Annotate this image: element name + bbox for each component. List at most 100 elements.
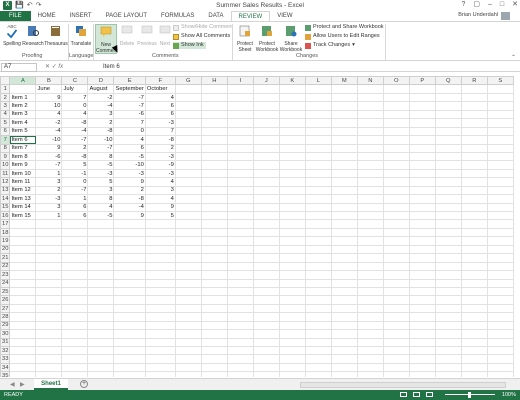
- cell[interactable]: [87, 295, 115, 305]
- cell[interactable]: 2: [35, 185, 63, 196]
- cell[interactable]: [278, 278, 306, 288]
- cell[interactable]: [460, 135, 488, 145]
- cell[interactable]: [330, 253, 358, 263]
- cell[interactable]: [226, 227, 254, 238]
- cell[interactable]: -4: [35, 126, 63, 137]
- cell[interactable]: [408, 286, 436, 297]
- cell[interactable]: [460, 151, 488, 162]
- cell[interactable]: [304, 371, 332, 377]
- show-all-comments-button[interactable]: Show All Comments: [173, 33, 230, 40]
- cell[interactable]: 4: [144, 92, 176, 103]
- maximize-icon[interactable]: □: [500, 0, 504, 10]
- cell[interactable]: [200, 210, 228, 221]
- cell[interactable]: [356, 261, 384, 272]
- cell[interactable]: [174, 101, 202, 111]
- cell[interactable]: [434, 354, 462, 364]
- cell[interactable]: -10: [113, 160, 146, 170]
- cell[interactable]: [486, 219, 514, 229]
- cell[interactable]: [87, 227, 115, 238]
- sheet-tab-sheet1[interactable]: Sheet1: [34, 379, 68, 390]
- cell[interactable]: 3: [35, 202, 63, 213]
- cell[interactable]: -8: [144, 135, 176, 145]
- cell[interactable]: 6: [144, 101, 176, 111]
- cell[interactable]: [200, 362, 228, 373]
- cell[interactable]: [408, 362, 436, 373]
- cell[interactable]: [200, 118, 228, 128]
- cell[interactable]: [330, 168, 358, 179]
- cell[interactable]: June: [35, 84, 63, 94]
- cell[interactable]: [330, 295, 358, 305]
- cell[interactable]: -10: [87, 135, 115, 145]
- cell[interactable]: [356, 286, 384, 297]
- row-header[interactable]: 14: [0, 194, 11, 204]
- cell[interactable]: 7: [61, 92, 89, 103]
- column-header[interactable]: F: [144, 76, 176, 86]
- cell[interactable]: [486, 253, 514, 263]
- cell[interactable]: [9, 244, 37, 255]
- row-header[interactable]: 8: [0, 143, 11, 153]
- cell[interactable]: [356, 253, 384, 263]
- cell[interactable]: [382, 337, 410, 348]
- translate-button[interactable]: Translate: [70, 24, 92, 47]
- cell[interactable]: [304, 151, 332, 162]
- cell[interactable]: [408, 168, 436, 179]
- row-header[interactable]: 1: [0, 84, 11, 94]
- cell[interactable]: [356, 177, 384, 187]
- row-header[interactable]: 27: [0, 303, 11, 314]
- cell[interactable]: [434, 210, 462, 221]
- cell[interactable]: [252, 84, 280, 94]
- cell[interactable]: [460, 261, 488, 272]
- cell[interactable]: [356, 185, 384, 196]
- cell[interactable]: 7: [113, 118, 146, 128]
- cell[interactable]: Item 11: [9, 177, 37, 187]
- avatar[interactable]: [501, 12, 510, 20]
- cell[interactable]: 4: [144, 194, 176, 204]
- cell[interactable]: [9, 84, 37, 94]
- cell[interactable]: [200, 135, 228, 145]
- cell[interactable]: [252, 354, 280, 364]
- cell[interactable]: [356, 109, 384, 120]
- cell[interactable]: [278, 92, 306, 103]
- row-header[interactable]: 31: [0, 337, 11, 348]
- cell[interactable]: [460, 270, 488, 280]
- cell[interactable]: 1: [61, 194, 89, 204]
- cell[interactable]: [434, 371, 462, 377]
- cell[interactable]: [434, 84, 462, 94]
- cell[interactable]: [486, 210, 514, 221]
- cell[interactable]: [200, 185, 228, 196]
- cell[interactable]: [460, 244, 488, 255]
- cell[interactable]: [200, 278, 228, 288]
- thesaurus-button[interactable]: Thesaurus: [44, 24, 68, 47]
- cell[interactable]: [252, 236, 280, 246]
- cell[interactable]: [174, 253, 202, 263]
- cell[interactable]: [200, 261, 228, 272]
- cell[interactable]: [278, 337, 306, 348]
- cell[interactable]: [356, 329, 384, 339]
- cell[interactable]: [144, 354, 176, 364]
- cell[interactable]: [486, 168, 514, 179]
- cell[interactable]: -7: [113, 92, 146, 103]
- cell[interactable]: [460, 143, 488, 153]
- cell[interactable]: [9, 295, 37, 305]
- cell[interactable]: [252, 244, 280, 255]
- cell[interactable]: [434, 329, 462, 339]
- cell[interactable]: [330, 244, 358, 255]
- cell[interactable]: [486, 109, 514, 120]
- cell[interactable]: [434, 101, 462, 111]
- cell[interactable]: [226, 320, 254, 331]
- cell[interactable]: [87, 236, 115, 246]
- cell[interactable]: 6: [61, 210, 89, 221]
- cell[interactable]: [35, 303, 63, 314]
- cell[interactable]: [144, 253, 176, 263]
- cell[interactable]: [460, 177, 488, 187]
- cell[interactable]: [61, 261, 89, 272]
- row-header[interactable]: 18: [0, 227, 11, 238]
- scroll-left-icon[interactable]: ◀: [10, 381, 15, 388]
- cell[interactable]: [174, 337, 202, 348]
- cell[interactable]: [434, 92, 462, 103]
- column-header[interactable]: R: [460, 76, 488, 86]
- protect-workbook-button[interactable]: Protect Workbook: [255, 24, 279, 53]
- cell[interactable]: [144, 320, 176, 331]
- cell[interactable]: [486, 194, 514, 204]
- cell[interactable]: [174, 320, 202, 331]
